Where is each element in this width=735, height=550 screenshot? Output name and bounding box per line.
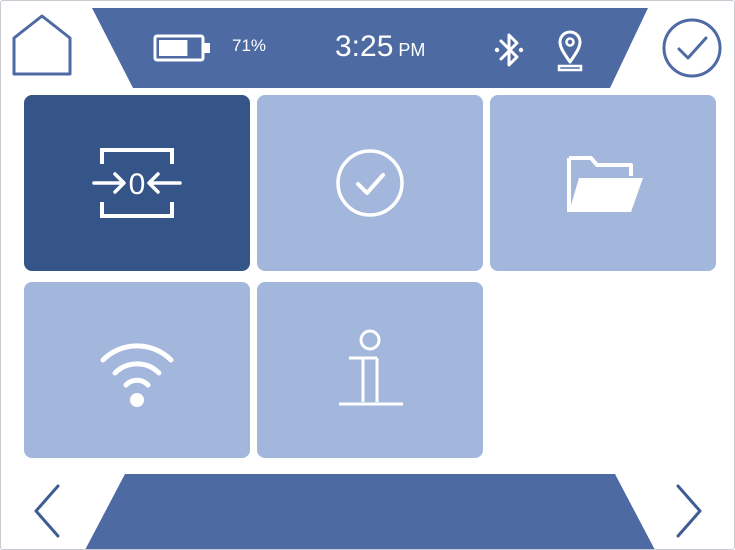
clock: 3:25 PM	[335, 30, 425, 64]
tile-zero-calibration[interactable]: 0	[24, 95, 250, 271]
bottom-bar	[85, 474, 655, 550]
bluetooth-icon	[494, 33, 524, 67]
info-icon	[339, 329, 403, 406]
tile-info[interactable]	[257, 282, 483, 458]
home-icon[interactable]	[6, 10, 78, 80]
zero-calibration-icon: 0	[92, 148, 182, 218]
tile-files[interactable]	[490, 95, 716, 271]
chevron-left-icon[interactable]	[28, 480, 68, 542]
chevron-right-icon[interactable]	[668, 480, 708, 542]
battery-icon	[153, 33, 213, 63]
checkmark-circle-icon[interactable]	[658, 14, 726, 82]
device-screen: 71% 3:25 PM 0	[0, 0, 735, 550]
battery-fill	[159, 40, 188, 56]
clock-time: 3:25	[335, 30, 394, 63]
zero-label: 0	[129, 168, 146, 201]
folder-icon	[567, 156, 643, 212]
clock-am-pm: PM	[398, 40, 426, 60]
location-pin-icon	[557, 30, 583, 72]
tile-wifi[interactable]	[24, 282, 250, 458]
clock-check-icon	[336, 149, 404, 217]
battery-percent: 71%	[232, 36, 267, 55]
tile-timer[interactable]	[257, 95, 483, 271]
wifi-icon	[100, 343, 174, 407]
